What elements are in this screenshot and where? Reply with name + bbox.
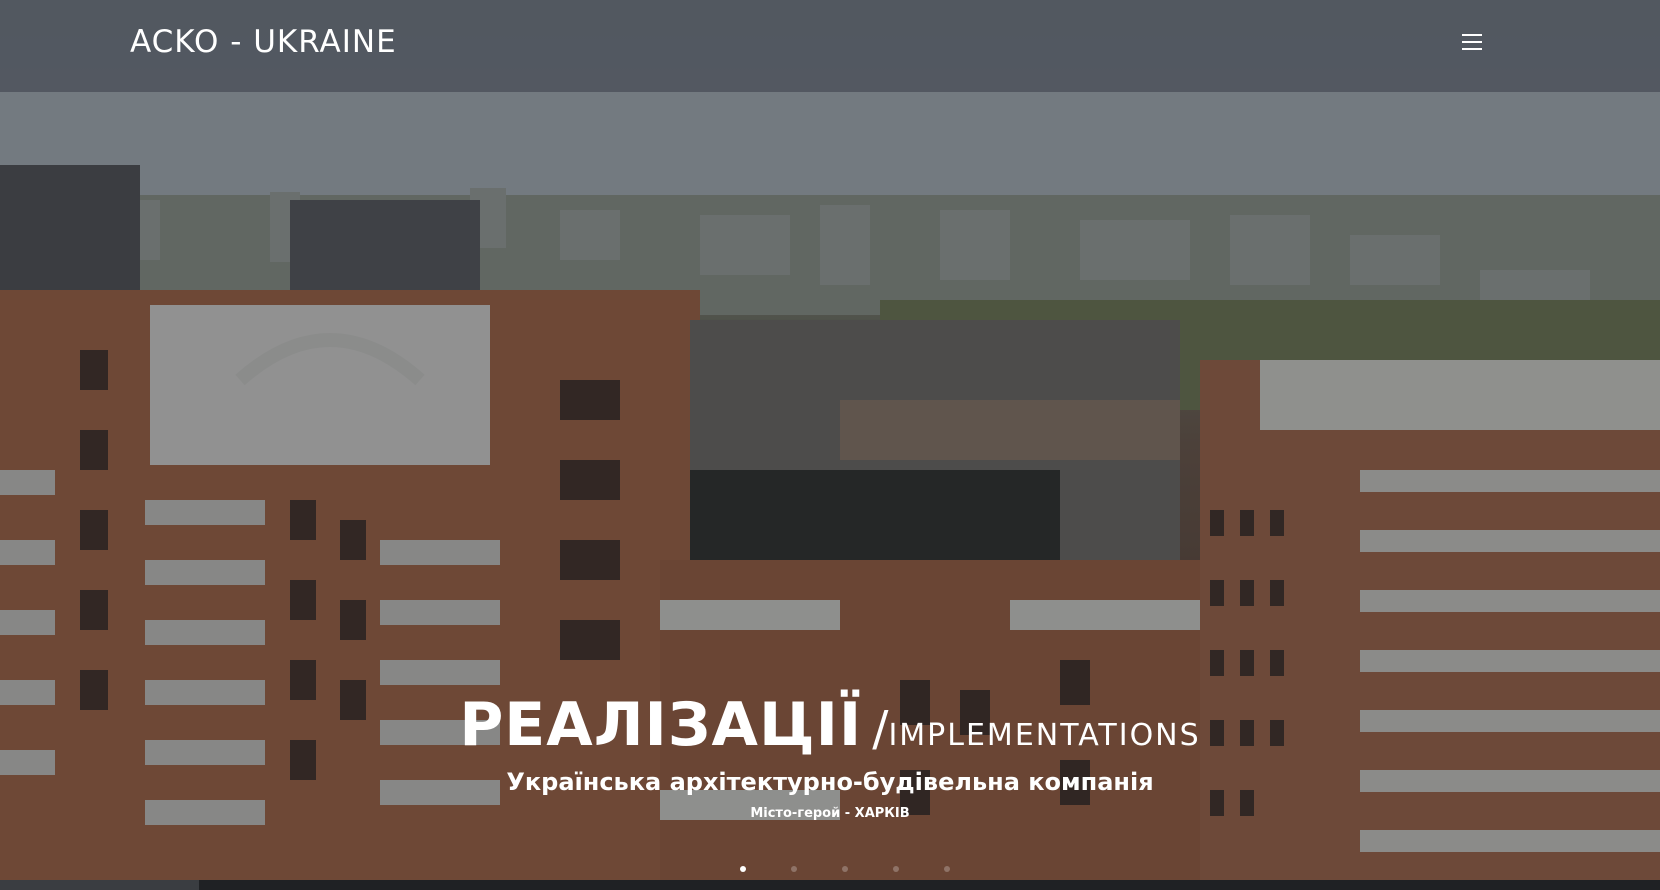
slider-dot-4[interactable] (893, 866, 899, 872)
menu-icon-bar (1462, 48, 1482, 50)
hero-caption: РЕАЛІЗАЦІЇ/IMPLEMENTATIONS Українська ар… (0, 690, 1660, 821)
slider-progress-bar (0, 880, 1660, 890)
slider-dot-3[interactable] (842, 866, 848, 872)
slider-dot-1[interactable] (740, 866, 746, 872)
page: ACKO - UKRAINE РЕАЛІЗАЦІЇ/IMPLEMENTATION… (0, 0, 1660, 890)
slider-dot-2[interactable] (791, 866, 797, 872)
slider-dots (740, 866, 995, 872)
hero-title-main: РЕАЛІЗАЦІЇ (459, 690, 863, 760)
menu-icon-bar (1462, 34, 1482, 36)
hero-title-secondary: IMPLEMENTATIONS (888, 718, 1201, 753)
slider-progress-fill (0, 880, 200, 890)
hamburger-menu-icon[interactable] (1462, 34, 1484, 54)
hero-title: РЕАЛІЗАЦІЇ/IMPLEMENTATIONS (459, 690, 1200, 760)
brand-logo-link[interactable]: ACKO - UKRAINE (130, 24, 397, 60)
hero-city: Місто-герой - ХАРКІВ (750, 806, 910, 821)
slider-dot-5[interactable] (944, 866, 950, 872)
hero-title-slash: / (872, 701, 889, 757)
menu-icon-bar (1462, 41, 1482, 43)
site-header: ACKO - UKRAINE (0, 0, 1660, 92)
hero-subtitle: Українська архітектурно-будівельна компа… (506, 768, 1154, 796)
